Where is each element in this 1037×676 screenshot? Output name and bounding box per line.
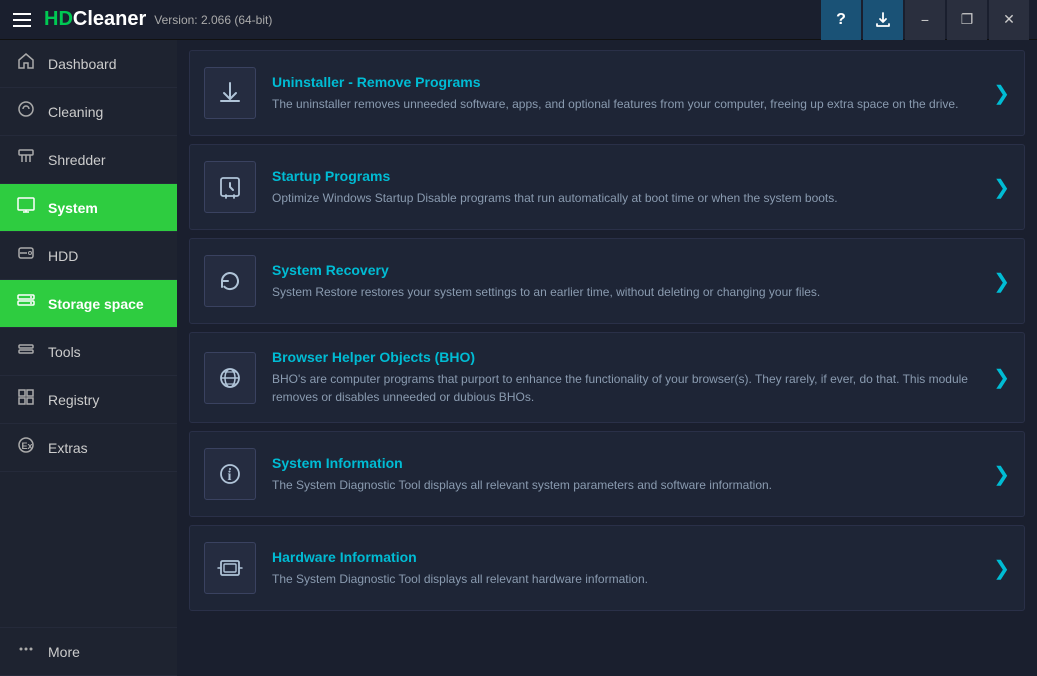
svg-text:i: i	[228, 469, 232, 484]
storage-icon	[16, 292, 36, 315]
sidebar-label-dashboard: Dashboard	[48, 56, 117, 72]
sidebar-label-system: System	[48, 200, 98, 216]
help-button[interactable]: ?	[821, 0, 861, 40]
uninstaller-title: Uninstaller - Remove Programs	[272, 74, 977, 90]
bho-title: Browser Helper Objects (BHO)	[272, 349, 977, 365]
system-info-text: System Information The System Diagnostic…	[272, 455, 977, 494]
menu-button[interactable]	[8, 6, 36, 34]
home-icon	[16, 52, 36, 75]
card-hardware-info[interactable]: Hardware Information The System Diagnost…	[189, 525, 1025, 611]
system-info-arrow: ❯	[993, 462, 1010, 487]
hardware-info-title: Hardware Information	[272, 549, 977, 565]
sidebar-label-more: More	[48, 644, 80, 660]
sidebar-item-extras[interactable]: Ex Extras	[0, 424, 177, 472]
sidebar-label-storage-space: Storage space	[48, 296, 144, 312]
sidebar-item-system[interactable]: System	[0, 184, 177, 232]
uninstaller-desc: The uninstaller removes unneeded softwar…	[272, 95, 977, 113]
sidebar-item-tools[interactable]: Tools	[0, 328, 177, 376]
system-recovery-text: System Recovery System Restore restores …	[272, 262, 977, 301]
maximize-button[interactable]: ❐	[947, 0, 987, 40]
startup-desc: Optimize Windows Startup Disable program…	[272, 189, 977, 207]
system-recovery-title: System Recovery	[272, 262, 977, 278]
app-logo: HDCleaner	[44, 8, 146, 31]
card-startup[interactable]: Startup Programs Optimize Windows Startu…	[189, 144, 1025, 230]
bho-arrow: ❯	[993, 365, 1010, 390]
system-recovery-icon	[204, 255, 256, 307]
hardware-info-icon	[204, 542, 256, 594]
close-button[interactable]: ✕	[989, 0, 1029, 40]
sidebar-item-more[interactable]: More	[0, 627, 177, 676]
uninstaller-text: Uninstaller - Remove Programs The uninst…	[272, 74, 977, 113]
svg-text:Ex: Ex	[22, 441, 33, 451]
card-system-info[interactable]: i System Information The System Diagnost…	[189, 431, 1025, 517]
tools-icon	[16, 340, 36, 363]
uninstaller-arrow: ❯	[993, 81, 1010, 106]
shredder-icon	[16, 148, 36, 171]
card-bho[interactable]: Browser Helper Objects (BHO) BHO's are c…	[189, 332, 1025, 423]
cleaning-icon	[16, 100, 36, 123]
system-info-title: System Information	[272, 455, 977, 471]
sidebar-item-dashboard[interactable]: Dashboard	[0, 40, 177, 88]
system-recovery-arrow: ❯	[993, 269, 1010, 294]
sidebar-item-hdd[interactable]: HDD	[0, 232, 177, 280]
sidebar-label-hdd: HDD	[48, 248, 78, 264]
card-system-recovery[interactable]: System Recovery System Restore restores …	[189, 238, 1025, 324]
sidebar-item-cleaning[interactable]: Cleaning	[0, 88, 177, 136]
sidebar: Dashboard Cleaning Shredder System HDD	[0, 40, 177, 676]
sidebar-label-shredder: Shredder	[48, 152, 106, 168]
startup-arrow: ❯	[993, 175, 1010, 200]
download-button[interactable]	[863, 0, 903, 40]
system-info-desc: The System Diagnostic Tool displays all …	[272, 476, 977, 494]
hdd-icon	[16, 244, 36, 267]
more-icon	[16, 640, 36, 663]
titlebar: HDCleaner Version: 2.066 (64-bit) ? − ❐ …	[0, 0, 1037, 40]
hardware-info-arrow: ❯	[993, 556, 1010, 581]
registry-icon	[16, 388, 36, 411]
hardware-info-desc: The System Diagnostic Tool displays all …	[272, 570, 977, 588]
system-recovery-desc: System Restore restores your system sett…	[272, 283, 977, 301]
sidebar-item-shredder[interactable]: Shredder	[0, 136, 177, 184]
system-icon	[16, 196, 36, 219]
window-controls: ? − ❐ ✕	[821, 0, 1029, 40]
system-info-icon: i	[204, 448, 256, 500]
startup-text: Startup Programs Optimize Windows Startu…	[272, 168, 977, 207]
sidebar-label-registry: Registry	[48, 392, 99, 408]
bho-icon	[204, 352, 256, 404]
startup-title: Startup Programs	[272, 168, 977, 184]
uninstaller-icon	[204, 67, 256, 119]
startup-icon	[204, 161, 256, 213]
extras-icon: Ex	[16, 436, 36, 459]
hardware-info-text: Hardware Information The System Diagnost…	[272, 549, 977, 588]
bho-text: Browser Helper Objects (BHO) BHO's are c…	[272, 349, 977, 406]
main-layout: Dashboard Cleaning Shredder System HDD	[0, 40, 1037, 676]
app-version: Version: 2.066 (64-bit)	[154, 13, 272, 27]
sidebar-item-storage-space[interactable]: Storage space	[0, 280, 177, 328]
sidebar-label-extras: Extras	[48, 440, 88, 456]
content-area: Uninstaller - Remove Programs The uninst…	[177, 40, 1037, 676]
sidebar-label-tools: Tools	[48, 344, 81, 360]
minimize-button[interactable]: −	[905, 0, 945, 40]
bho-desc: BHO's are computer programs that purport…	[272, 370, 977, 406]
sidebar-item-registry[interactable]: Registry	[0, 376, 177, 424]
card-uninstaller[interactable]: Uninstaller - Remove Programs The uninst…	[189, 50, 1025, 136]
sidebar-label-cleaning: Cleaning	[48, 104, 103, 120]
